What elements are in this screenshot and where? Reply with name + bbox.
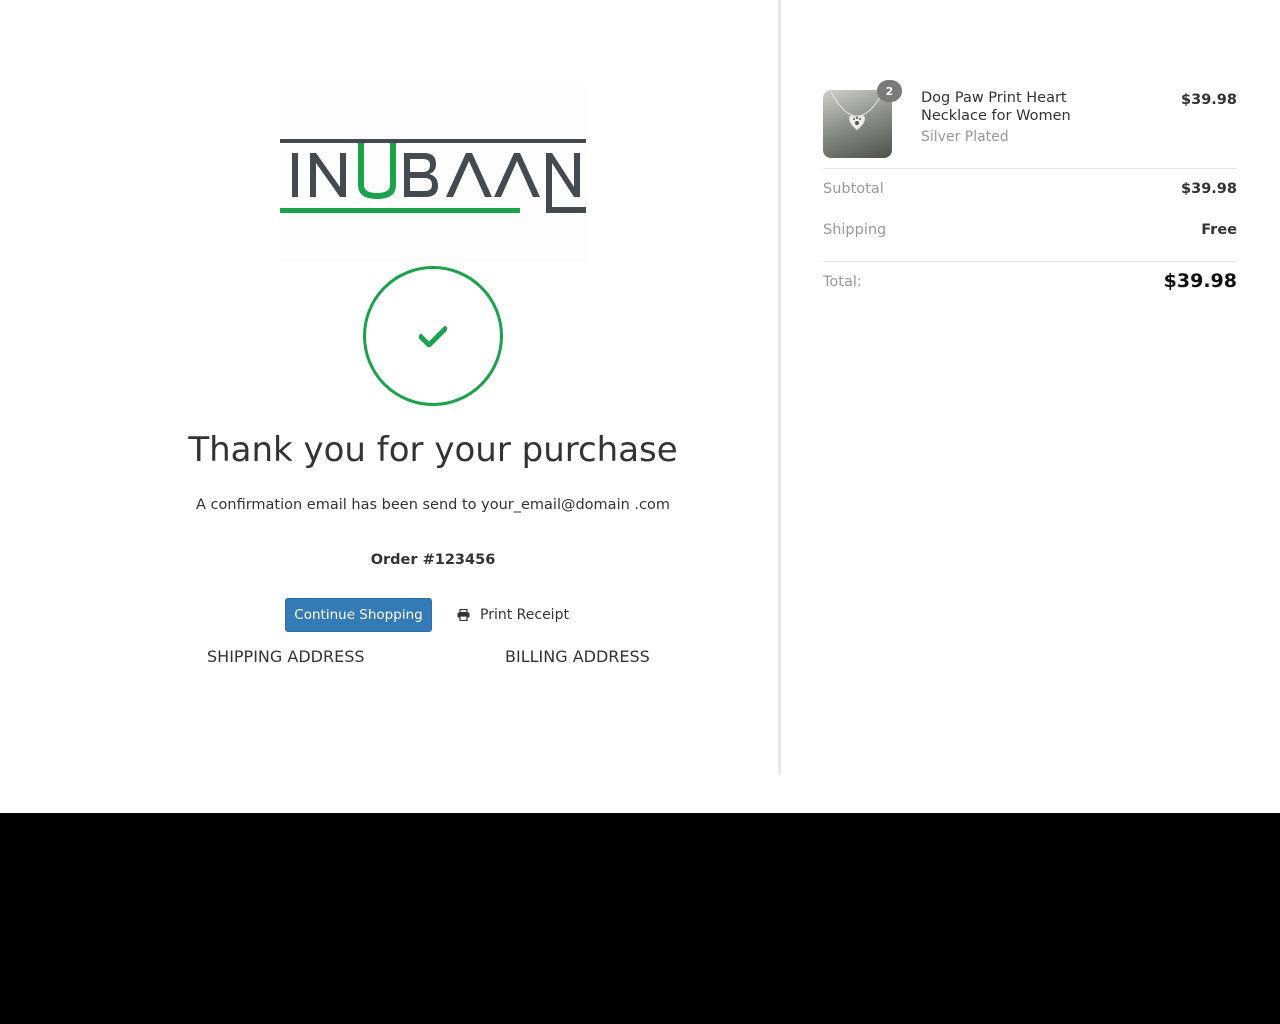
column-divider: [778, 0, 781, 774]
product-price: $39.98: [1181, 92, 1237, 108]
order-number: Order #123456: [370, 552, 496, 568]
print-receipt-link[interactable]: Print Receipt: [457, 605, 569, 625]
shipping-address-heading: SHIPPING ADDRESS: [207, 647, 365, 666]
printer-icon: [457, 609, 470, 621]
success-circle: [363, 266, 503, 406]
subtotal-value: $39.98: [1181, 181, 1237, 197]
product-variant: Silver Plated: [921, 129, 1009, 145]
product-name: Dog Paw Print Heart Necklace for Women: [921, 90, 1071, 124]
confirmation-message: A confirmation email has been send to yo…: [196, 497, 670, 513]
summary-divider: [823, 168, 1237, 169]
shipping-value: Free: [1201, 222, 1237, 238]
shipping-label: Shipping: [823, 222, 887, 238]
brand-logo: [280, 87, 586, 263]
page-title: Thank you for your purchase: [188, 430, 678, 470]
quantity-badge: 2: [877, 80, 902, 102]
billing-address-heading: BILLING ADDRESS: [505, 647, 650, 666]
checkout-page: Thank you for your purchase A confirmati…: [0, 0, 1280, 813]
total-divider: [823, 261, 1237, 262]
total-value: $39.98: [1163, 270, 1237, 292]
checkmark-icon: [419, 325, 447, 347]
print-receipt-label: Print Receipt: [480, 607, 569, 623]
total-label: Total:: [823, 274, 862, 290]
continue-shopping-button[interactable]: Continue Shopping: [285, 598, 432, 632]
subtotal-label: Subtotal: [823, 181, 884, 197]
